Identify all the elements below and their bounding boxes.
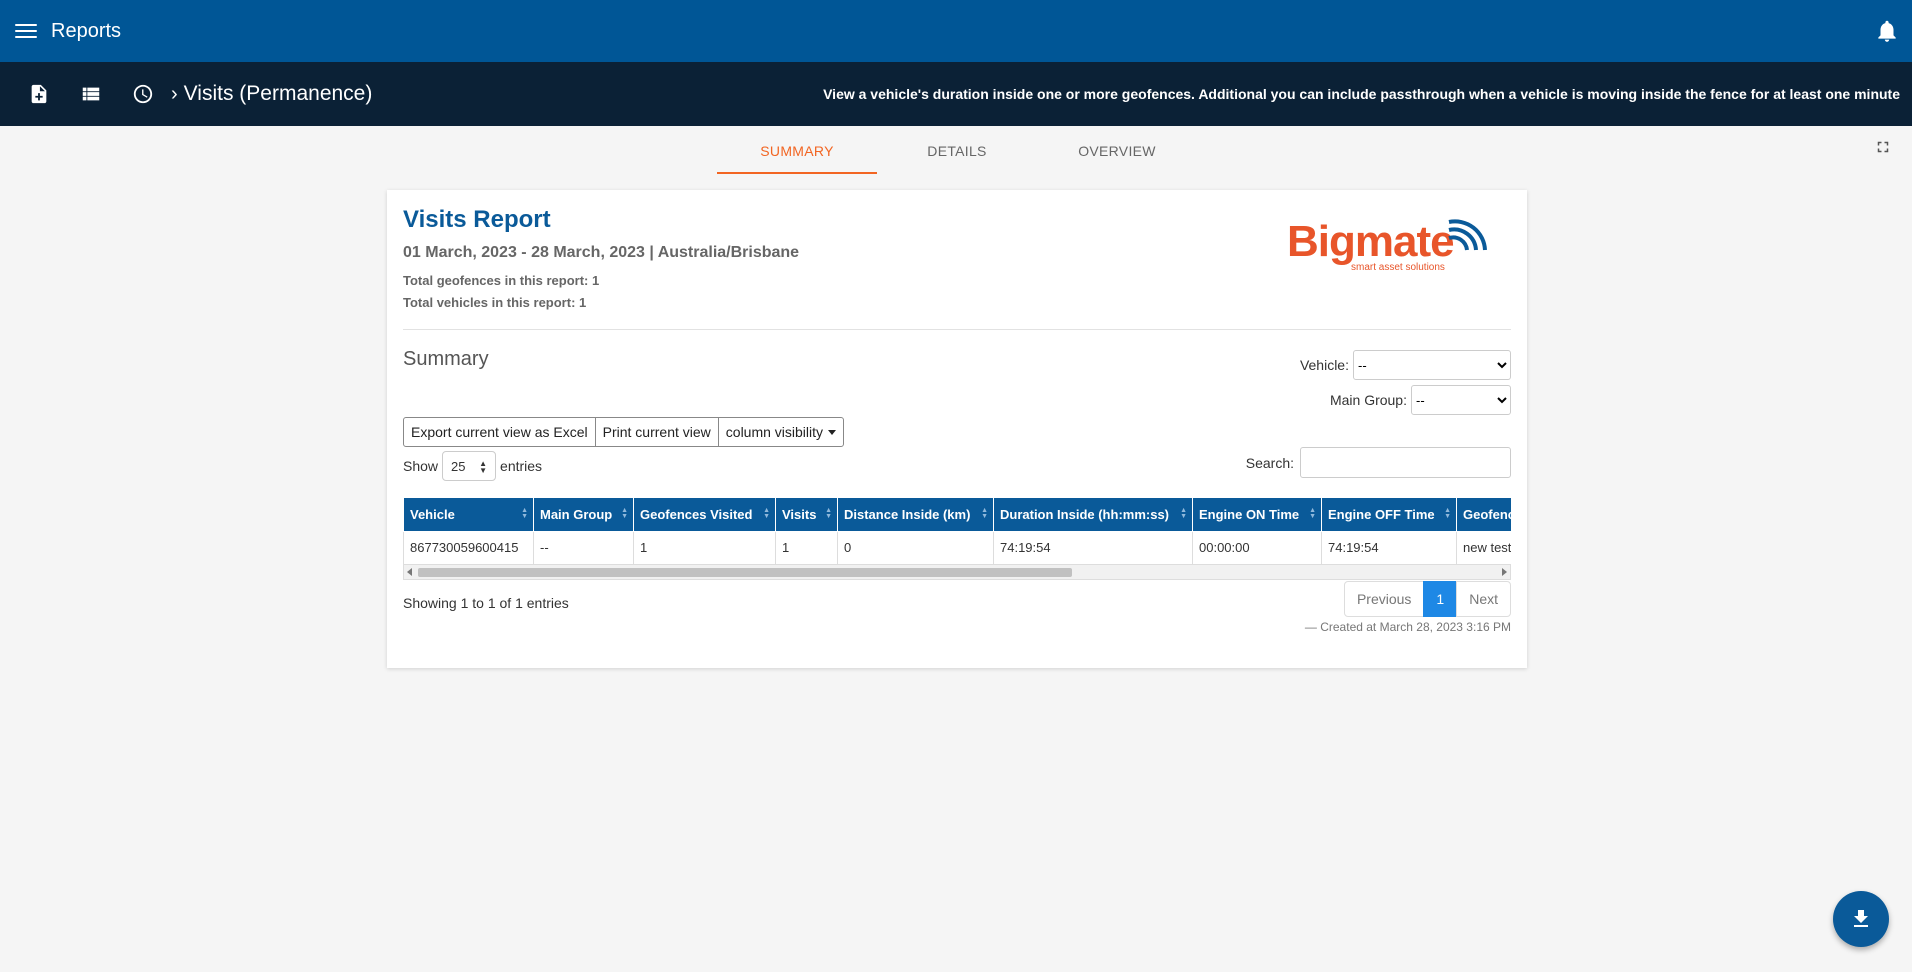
tab-summary[interactable]: SUMMARY [717,126,877,174]
tab-details[interactable]: DETAILS [877,126,1037,174]
new-report-icon[interactable] [25,80,53,108]
table-cell: 74:19:54 [993,530,1193,565]
chevron-right-icon: › [171,83,178,105]
column-header[interactable]: Engine ON Time ▲ ▼ [1192,498,1322,532]
entries-label: entries [500,458,543,474]
vehicle-filter: Vehicle: -- [1300,350,1511,380]
main-group-filter: Main Group: -- [1330,385,1511,415]
pagination: Previous 1 Next [1343,581,1511,617]
column-header[interactable]: Visits ▲ ▼ [775,498,838,532]
column-header[interactable]: Vehicle ▲ ▼ [403,498,534,532]
tab-overview[interactable]: OVERVIEW [1037,126,1197,174]
report-toolbar: › Visits (Permanence) View a vehicle's d… [0,62,1912,126]
main-group-filter-label: Main Group: [1329,392,1407,408]
menu-icon[interactable] [13,21,39,41]
previous-page-button[interactable]: Previous [1343,581,1425,617]
vehicle-filter-label: Vehicle: [1299,357,1349,373]
history-icon[interactable] [129,80,157,108]
report-tabs: SUMMARY DETAILS OVERVIEW [717,126,1197,174]
table-cell: new test [1456,530,1511,565]
summary-table: Vehicle ▲ ▼ Main Group ▲ ▼ Geofences Visited… [403,498,1511,565]
next-page-button[interactable]: Next [1456,581,1511,617]
summary-title: Summary [403,348,489,370]
column-visibility-button[interactable]: column visibility [717,417,845,447]
total-geofences: Total geofences in this report: 1 [403,273,600,288]
logo-wordmark: Bigmate [1287,218,1454,266]
table-buttons: Export current view as Excel Print curre… [403,417,845,447]
main-group-select[interactable]: -- [1411,385,1511,415]
vehicle-select[interactable]: -- [1353,350,1511,380]
scrollbar-thumb[interactable] [418,568,1072,577]
breadcrumb: Visits (Permanence) [183,82,373,105]
logo-tagline: smart asset solutions [1351,262,1445,273]
table-cell: 0 [837,530,994,565]
divider [403,329,1511,330]
bigmate-logo: Bigmate smart asset solutions [1287,218,1487,273]
table-row: 867730059600415 -- 1 1 0 74:19:54 00:00:… [403,530,1511,565]
table-cell: 74:19:54 [1321,530,1457,565]
report-title: Visits Report [403,206,551,233]
column-header[interactable]: Distance Inside (km) ▲ ▼ [837,498,994,532]
search-label: Search: [1245,454,1294,471]
table-cell: 867730059600415 [403,530,534,565]
total-vehicles: Total vehicles in this report: 1 [403,295,587,310]
report-card: Visits Report 01 March, 2023 - 28 March,… [387,190,1527,668]
table-cell: 1 [775,530,838,565]
column-header[interactable]: Duration Inside (hh:mm:ss) ▲ ▼ [993,498,1193,532]
table-search: Search: [1246,447,1511,478]
table-cell: -- [533,530,634,565]
column-header[interactable]: Geofences Visited ▲ ▼ [633,498,776,532]
column-header[interactable]: Geofences▲▼ [1456,498,1511,532]
list-icon[interactable] [77,80,105,108]
download-button[interactable] [1833,891,1889,947]
created-timestamp: — Created at March 28, 2023 3:16 PM [1304,620,1511,634]
export-excel-button[interactable]: Export current view as Excel [403,417,596,447]
search-input[interactable] [1300,447,1511,478]
table-header-row: Vehicle ▲ ▼ Main Group ▲ ▼ Geofences Visited… [403,498,1511,532]
scroll-left-icon[interactable] [407,568,412,576]
caret-down-icon [828,429,837,435]
print-button[interactable]: Print current view [594,417,719,447]
sort-arrows-icon: ▲ ▼ [479,459,488,475]
table-info: Showing 1 to 1 of 1 entries [403,595,569,611]
table-cell: 1 [633,530,776,565]
show-label: Show [403,458,439,474]
entries-length-select[interactable]: 25 ▲ ▼ [442,451,497,481]
horizontal-scrollbar[interactable] [403,564,1511,580]
page-1-button[interactable]: 1 [1423,581,1458,617]
app-bar: Reports [0,0,1912,62]
report-date-range: 01 March, 2023 - 28 March, 2023 | Austra… [403,244,800,261]
scroll-right-icon[interactable] [1502,568,1507,576]
column-header[interactable]: Engine OFF Time ▲ ▼ [1321,498,1457,532]
entries-length: Show 25 ▲ ▼ entries [403,451,542,481]
column-header[interactable]: Main Group ▲ ▼ [533,498,634,532]
report-description: View a vehicle's duration inside one or … [823,86,1900,102]
fullscreen-icon[interactable] [1874,138,1892,156]
bell-icon[interactable] [1874,18,1900,44]
app-title: Reports [51,19,122,42]
download-icon [1854,910,1868,927]
table-cell: 00:00:00 [1192,530,1322,565]
